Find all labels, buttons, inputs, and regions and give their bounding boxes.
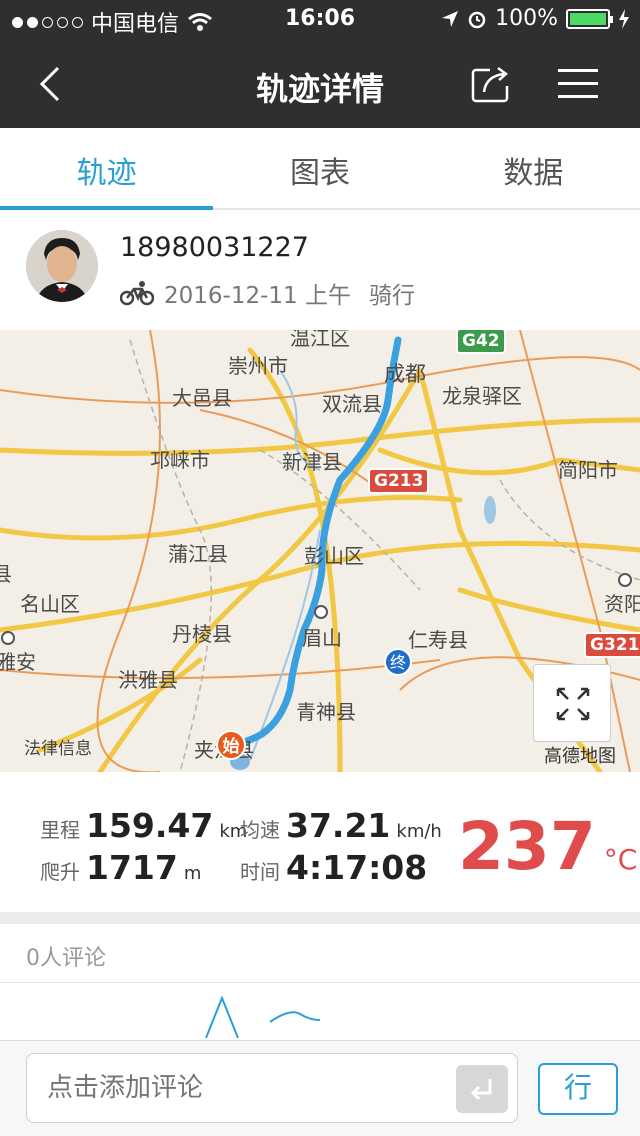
route-start-marker: 始 [216,730,246,760]
map-label: 新津县 [282,450,342,474]
stat-distance: 里程 159.47 km [40,806,247,845]
battery-percent: 100% [495,6,558,31]
bicycle-icon [120,281,154,306]
divider [0,982,640,983]
status-bar: 中国电信 16:06 100% [0,0,640,40]
map-label: 洪雅县 [118,668,178,692]
map-label: 名山区 [20,592,80,616]
map-legal-link[interactable]: 法律信息 [24,734,92,759]
highway-badge: G321 [584,632,640,658]
ride-stats: 里程 159.47 km 均速 37.21 km/h 爬升 1717 m 时间 … [0,772,640,912]
stat-value: 37.21 [286,806,391,845]
activity-meta: 2016-12-11 上午 骑行 [120,276,415,310]
stat-label: 时间 [240,860,280,884]
charging-icon [619,8,629,29]
map-label: 温江区 [290,330,350,350]
map-label: 资阳 [604,592,640,616]
activity-type: 骑行 [368,283,415,309]
map-label: 仁寿县 [408,628,468,652]
expand-icon [556,687,590,721]
avatar[interactable] [26,230,98,302]
menu-icon[interactable] [558,67,598,101]
map-label: 眉山 [302,626,342,650]
stat-label: 爬升 [40,860,80,884]
map-label: 成都 [384,362,426,386]
stat-label: 均速 [240,818,280,842]
map-label: 青神县 [296,700,356,724]
status-right: 100% [441,6,630,31]
map-credit: 高德地图 [544,746,616,767]
stat-value: 4:17:08 [286,848,428,887]
send-button[interactable] [456,1065,508,1113]
map-label: 县 [0,562,12,586]
stat-unit: m [183,863,202,884]
stat-avg-speed: 均速 37.21 km/h [240,806,442,845]
tab-data[interactable]: 数据 [427,128,640,208]
temperature-unit: °C [603,843,638,876]
stat-unit: km/h [396,821,442,842]
route-map[interactable]: 温江区 崇州市 成都 大邑县 双流县 龙泉驿区 邛崃市 新津县 简阳市 蒲江县 … [0,330,640,772]
stat-temperature: 237 °C [458,808,637,885]
battery-icon [566,8,613,29]
stat-label: 里程 [40,818,80,842]
comment-bar: 行 [0,1040,640,1136]
temperature-value: 237 [458,808,596,885]
map-label: 简阳市 [558,458,618,482]
stat-value: 1717 [86,848,178,887]
map-label: 双流县 [322,392,382,416]
tab-track[interactable]: 轨迹 [0,128,214,210]
map-label: 崇州市 [228,354,288,378]
map-label: 大邑县 [172,386,232,410]
highway-badge: G213 [368,468,430,494]
page-title: 轨迹详情 [255,70,384,108]
tab-bar: 轨迹 图表 数据 [0,128,640,210]
map-fullscreen-button[interactable] [533,664,611,742]
map-label: 雅安 [0,650,36,674]
tab-chart[interactable]: 图表 [213,128,426,208]
user-info: 18980031227 2016-12-11 上午 骑行 [0,210,640,330]
map-label: 邛崃市 [150,448,210,472]
mode-toggle-button[interactable]: 行 [538,1063,618,1115]
comment-input[interactable] [26,1053,518,1123]
map-label: 蒲江县 [168,542,228,566]
route-end-marker: 终 [384,648,412,676]
section-divider [0,912,640,924]
activity-date: 2016-12-11 上午 [164,283,351,309]
comment-count: 0人评论 [26,946,106,971]
return-icon [470,1079,492,1101]
nav-bar: 轨迹详情 [0,40,640,128]
share-icon[interactable] [470,64,512,104]
stat-value: 159.47 [86,806,214,845]
alarm-icon [468,11,486,28]
user-name: 18980031227 [120,232,309,263]
stat-duration: 时间 4:17:08 [240,848,427,887]
screen: 中国电信 16:06 100% 轨迹详情 轨迹 图表 数据 1898003122… [0,0,640,1136]
map-label: 彭山区 [304,544,364,568]
map-label: 龙泉驿区 [442,384,522,408]
location-arrow-icon [442,10,459,27]
map-label: 丹棱县 [172,622,232,646]
elevation-chart-peek [205,995,321,1038]
stat-climb: 爬升 1717 m [40,848,201,887]
highway-badge: G42 [456,330,506,354]
top-bar: 中国电信 16:06 100% 轨迹详情 [0,0,640,128]
